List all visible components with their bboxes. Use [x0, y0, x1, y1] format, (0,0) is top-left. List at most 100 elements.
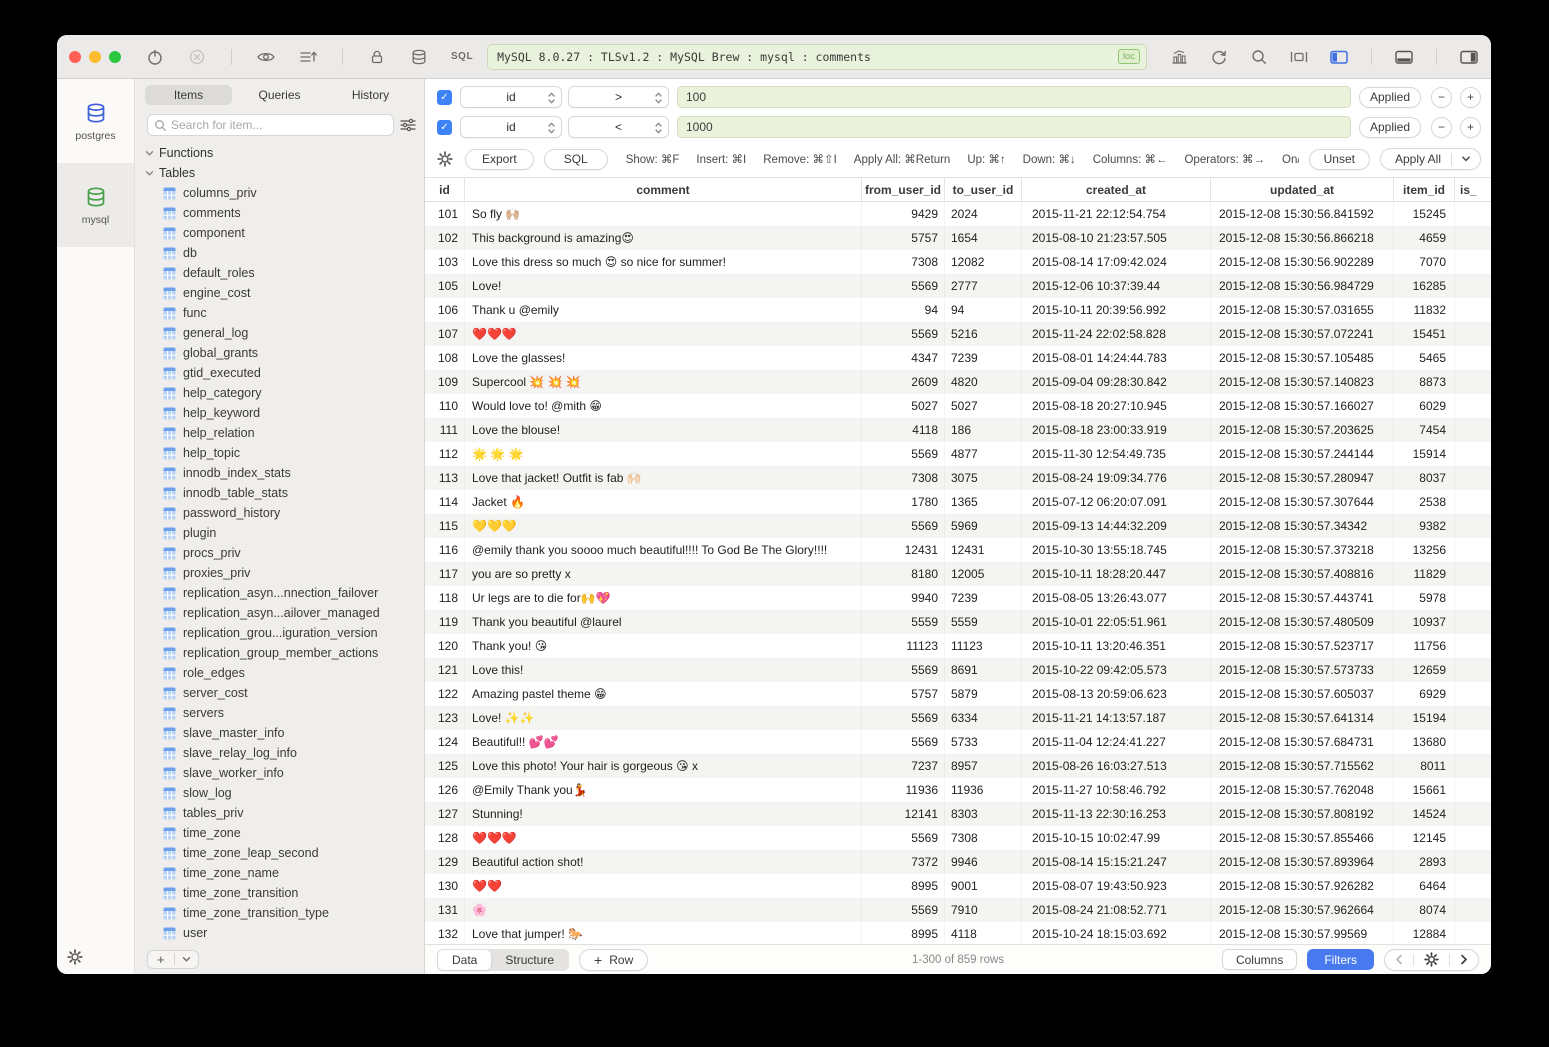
sidebar-table-item[interactable]: time_zone_name [135, 863, 424, 883]
cell-comment[interactable]: So fly 🙌🏼 [465, 202, 862, 226]
cell-id[interactable]: 118 [425, 586, 465, 610]
cell-comment[interactable]: 💛💛💛 [465, 514, 862, 538]
sidebar-table-item[interactable]: replication_asyn...ailover_managed [135, 603, 424, 623]
cell-id[interactable]: 108 [425, 346, 465, 370]
cell-id[interactable]: 117 [425, 562, 465, 586]
cell-from_user_id[interactable]: 9940 [862, 586, 945, 610]
cell-is_[interactable] [1455, 802, 1491, 826]
cell-id[interactable]: 113 [425, 466, 465, 490]
sidebar-table-item[interactable]: servers [135, 703, 424, 723]
cell-to_user_id[interactable]: 5969 [945, 514, 1022, 538]
cell-from_user_id[interactable]: 5559 [862, 610, 945, 634]
cell-item_id[interactable]: 6464 [1394, 874, 1455, 898]
cell-id[interactable]: 103 [425, 250, 465, 274]
cell-is_[interactable] [1455, 226, 1491, 250]
cell-item_id[interactable]: 2893 [1394, 850, 1455, 874]
sidebar-table-item[interactable]: columns_priv [135, 183, 424, 203]
cell-created_at[interactable]: 2015-10-01 22:05:51.961 [1022, 610, 1211, 634]
cell-id[interactable]: 110 [425, 394, 465, 418]
cell-updated_at[interactable]: 2015-12-08 15:30:56.902289 [1211, 250, 1394, 274]
cell-from_user_id[interactable]: 7237 [862, 754, 945, 778]
cell-comment[interactable]: ❤️❤️❤️ [465, 826, 862, 850]
table-row[interactable]: 103Love this dress so much 😍 so nice for… [425, 250, 1491, 274]
cell-from_user_id[interactable]: 5569 [862, 322, 945, 346]
cell-to_user_id[interactable]: 94 [945, 298, 1022, 322]
cell-comment[interactable]: Thank u @emily [465, 298, 862, 322]
cell-is_[interactable] [1455, 586, 1491, 610]
column-header-is_[interactable]: is_ [1455, 178, 1491, 201]
cell-updated_at[interactable]: 2015-12-08 15:30:57.605037 [1211, 682, 1394, 706]
cell-updated_at[interactable]: 2015-12-08 15:30:57.307644 [1211, 490, 1394, 514]
cell-comment[interactable]: Thank you! 😘 [465, 634, 862, 658]
center-panel-icon[interactable] [1289, 48, 1309, 66]
cell-comment[interactable]: Supercool 💥 💥 💥 [465, 370, 862, 394]
cell-created_at[interactable]: 2015-11-04 12:24:41.227 [1022, 730, 1211, 754]
cell-is_[interactable] [1455, 562, 1491, 586]
cell-comment[interactable]: 🌟 🌟 🌟 [465, 442, 862, 466]
filter-applied-button[interactable]: Applied [1359, 87, 1421, 108]
cell-created_at[interactable]: 2015-09-04 09:28:30.842 [1022, 370, 1211, 394]
section-tables[interactable]: Tables [135, 163, 424, 183]
cell-item_id[interactable]: 8873 [1394, 370, 1455, 394]
cell-comment[interactable]: Stunning! [465, 802, 862, 826]
cell-created_at[interactable]: 2015-08-24 19:09:34.776 [1022, 466, 1211, 490]
cell-from_user_id[interactable]: 5569 [862, 826, 945, 850]
cell-id[interactable]: 123 [425, 706, 465, 730]
table-row[interactable]: 117you are so pretty x8180120052015-10-1… [425, 562, 1491, 586]
cell-created_at[interactable]: 2015-08-13 20:59:06.623 [1022, 682, 1211, 706]
cell-is_[interactable] [1455, 418, 1491, 442]
cell-item_id[interactable]: 15451 [1394, 322, 1455, 346]
cell-to_user_id[interactable]: 3075 [945, 466, 1022, 490]
cell-is_[interactable] [1455, 778, 1491, 802]
cell-is_[interactable] [1455, 682, 1491, 706]
tab-queries[interactable]: Queries [236, 85, 323, 105]
cell-updated_at[interactable]: 2015-12-08 15:30:57.573733 [1211, 658, 1394, 682]
cell-comment[interactable]: Jacket 🔥 [465, 490, 862, 514]
sidebar-table-item[interactable]: replication_asyn...nnection_failover [135, 583, 424, 603]
cell-item_id[interactable]: 11832 [1394, 298, 1455, 322]
cell-created_at[interactable]: 2015-10-30 13:55:18.745 [1022, 538, 1211, 562]
cell-comment[interactable]: you are so pretty x [465, 562, 862, 586]
cell-id[interactable]: 116 [425, 538, 465, 562]
cell-from_user_id[interactable]: 8995 [862, 874, 945, 898]
filter-add-button[interactable]: + [1460, 87, 1481, 108]
cell-comment[interactable]: Love this photo! Your hair is gorgeous 😘… [465, 754, 862, 778]
cell-to_user_id[interactable]: 11123 [945, 634, 1022, 658]
cell-is_[interactable] [1455, 490, 1491, 514]
cell-created_at[interactable]: 2015-10-22 09:42:05.573 [1022, 658, 1211, 682]
cell-created_at[interactable]: 2015-11-13 22:30:16.253 [1022, 802, 1211, 826]
cell-to_user_id[interactable]: 2777 [945, 274, 1022, 298]
table-row[interactable]: 124Beautiful!! 💕💕556957332015-11-04 12:2… [425, 730, 1491, 754]
cell-from_user_id[interactable]: 5757 [862, 682, 945, 706]
cell-updated_at[interactable]: 2015-12-08 15:30:57.962664 [1211, 898, 1394, 922]
add-row-button[interactable]: + Row [579, 949, 648, 971]
cell-from_user_id[interactable]: 1780 [862, 490, 945, 514]
cell-is_[interactable] [1455, 394, 1491, 418]
cell-updated_at[interactable]: 2015-12-08 15:30:57.480509 [1211, 610, 1394, 634]
cell-item_id[interactable]: 11756 [1394, 634, 1455, 658]
cell-comment[interactable]: 🌸 [465, 898, 862, 922]
cell-is_[interactable] [1455, 250, 1491, 274]
cell-created_at[interactable]: 2015-08-26 16:03:27.513 [1022, 754, 1211, 778]
cell-id[interactable]: 111 [425, 418, 465, 442]
chart-icon[interactable] [1169, 48, 1189, 66]
cell-is_[interactable] [1455, 466, 1491, 490]
cell-updated_at[interactable]: 2015-12-08 15:30:57.926282 [1211, 874, 1394, 898]
cell-is_[interactable] [1455, 874, 1491, 898]
cell-from_user_id[interactable]: 94 [862, 298, 945, 322]
cell-created_at[interactable]: 2015-08-24 21:08:52.771 [1022, 898, 1211, 922]
toggle-bottom-panel-icon[interactable] [1394, 48, 1414, 66]
add-item-button[interactable]: + [147, 950, 199, 969]
cell-id[interactable]: 131 [425, 898, 465, 922]
cell-item_id[interactable]: 12659 [1394, 658, 1455, 682]
cell-is_[interactable] [1455, 706, 1491, 730]
sidebar-table-item[interactable]: global_grants [135, 343, 424, 363]
cell-id[interactable]: 132 [425, 922, 465, 944]
sidebar-table-item[interactable]: plugin [135, 523, 424, 543]
table-row[interactable]: 105Love!556927772015-12-06 10:37:39.4420… [425, 274, 1491, 298]
cell-id[interactable]: 106 [425, 298, 465, 322]
search-icon[interactable] [1249, 48, 1269, 66]
sidebar-table-item[interactable]: innodb_index_stats [135, 463, 424, 483]
cell-from_user_id[interactable]: 11936 [862, 778, 945, 802]
sidebar-table-item[interactable]: help_keyword [135, 403, 424, 423]
